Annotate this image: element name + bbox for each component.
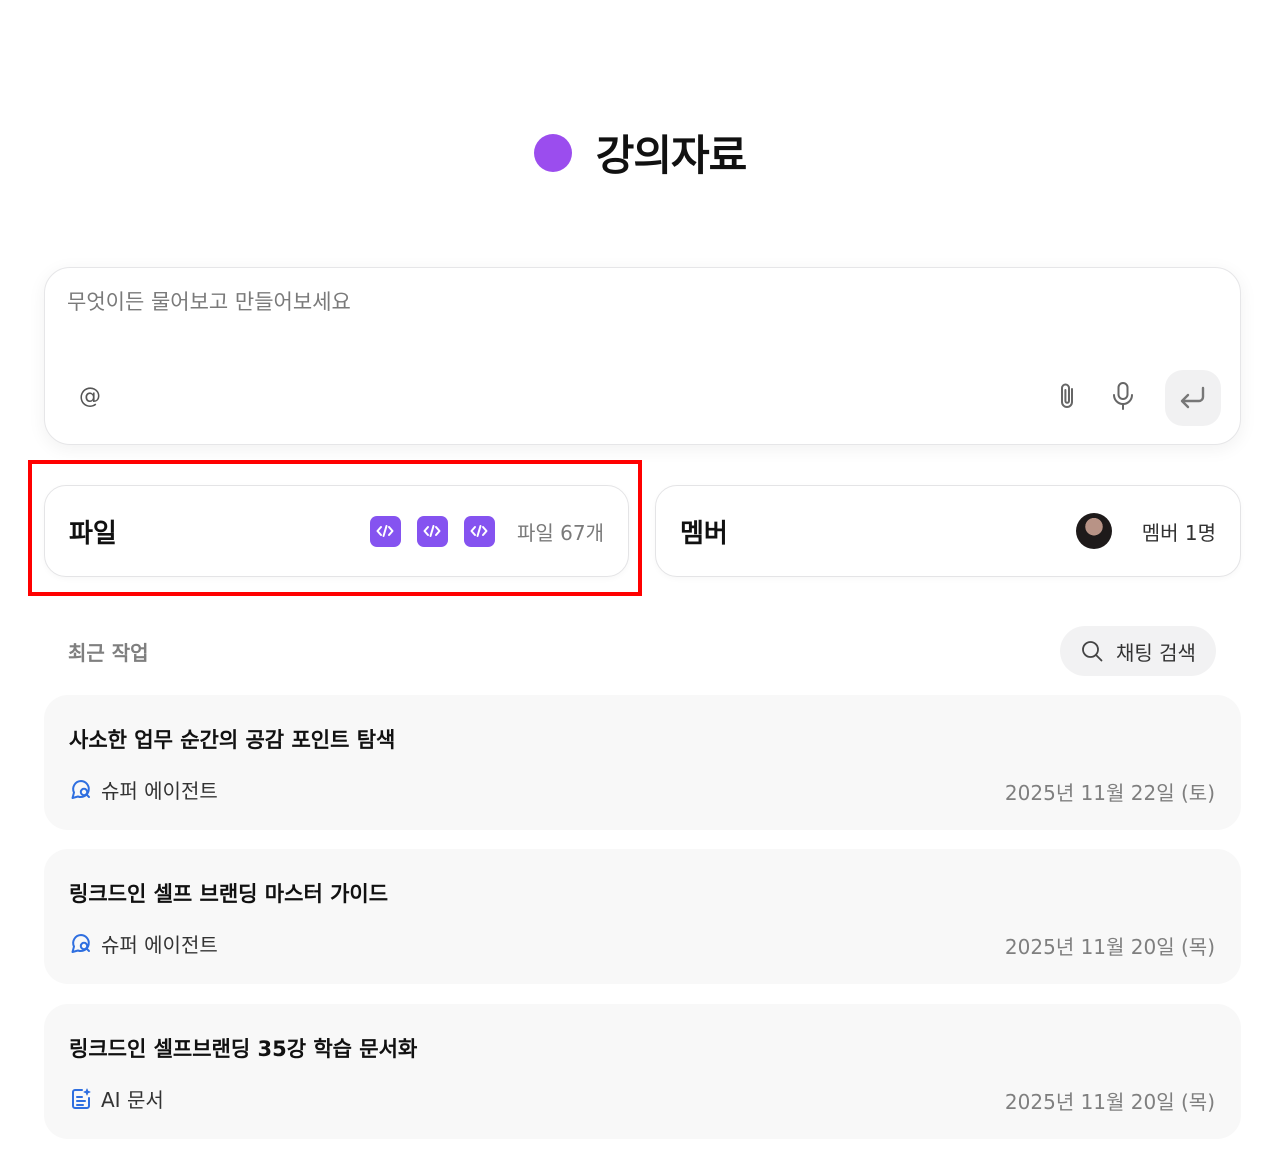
mention-button[interactable]: @: [75, 381, 105, 411]
prompt-input[interactable]: [67, 290, 967, 314]
task-title: 링크드인 셀프브랜딩 35강 학습 문서화: [69, 1037, 418, 1061]
page-title: 강의자료: [595, 131, 748, 180]
page-header: 강의자료: [0, 122, 1280, 183]
task-meta: 슈퍼 에이전트: [69, 775, 218, 804]
super-agent-icon: [71, 779, 90, 799]
task-date: 2025년 11월 20일 (목): [1004, 935, 1215, 959]
files-card[interactable]: 파일 파일 67개: [44, 485, 629, 577]
files-card-title: 파일: [69, 518, 117, 549]
chat-composer: @: [44, 267, 1241, 445]
microphone-icon: [1113, 382, 1133, 410]
task-type: AI 문서: [101, 1088, 164, 1112]
task-type: 슈퍼 에이전트: [101, 933, 218, 957]
recent-task-item[interactable]: 사소한 업무 순간의 공감 포인트 탐색 슈퍼 에이전트 2025년 11월 2…: [44, 695, 1241, 830]
code-file-icon: [369, 515, 401, 547]
super-agent-icon: [71, 933, 90, 953]
task-date: 2025년 11월 22일 (토): [1004, 781, 1215, 805]
code-file-icon: [416, 515, 448, 547]
recent-section-title: 최근 작업: [68, 641, 149, 665]
task-meta: AI 문서: [69, 1084, 164, 1113]
paperclip-icon: [1061, 383, 1073, 408]
task-meta: 슈퍼 에이전트: [69, 929, 218, 958]
members-summary: 멤버 1명: [1075, 513, 1216, 549]
recent-task-item[interactable]: 링크드인 셀프브랜딩 35강 학습 문서화 AI 문서 2025년 11월 20…: [44, 1004, 1241, 1139]
search-chat-label: 채팅 검색: [1116, 640, 1196, 665]
files-summary: 파일 67개: [369, 515, 604, 547]
microphone-button[interactable]: [1107, 379, 1139, 413]
recent-task-item[interactable]: 링크드인 셀프 브랜딩 마스터 가이드 슈퍼 에이전트 2025년 11월 20…: [44, 849, 1241, 984]
task-title: 링크드인 셀프 브랜딩 마스터 가이드: [69, 882, 389, 906]
members-card-title: 멤버: [680, 518, 728, 549]
space-color-dot: [533, 133, 572, 172]
code-file-icon: [463, 515, 495, 547]
task-title: 사소한 업무 순간의 공감 포인트 탐색: [69, 728, 396, 752]
members-card[interactable]: 멤버 멤버 1명: [655, 485, 1241, 577]
members-count: 멤버 1명: [1141, 520, 1216, 545]
avatar: [1075, 513, 1112, 549]
enter-arrow-icon: [1180, 386, 1205, 409]
files-count: 파일 67개: [516, 520, 604, 545]
ai-document-icon: [72, 1088, 91, 1109]
search-icon: [1082, 641, 1103, 662]
search-chat-button[interactable]: 채팅 검색: [1060, 626, 1216, 676]
send-button[interactable]: [1165, 370, 1221, 426]
task-type: 슈퍼 에이전트: [101, 779, 218, 803]
task-date: 2025년 11월 20일 (목): [1004, 1090, 1215, 1114]
attach-button[interactable]: [1051, 379, 1083, 413]
